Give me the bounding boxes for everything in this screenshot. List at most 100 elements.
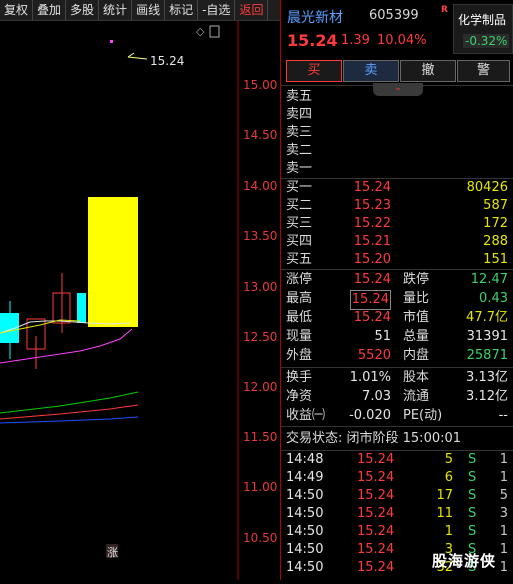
diamond-icon: ◇ [196,25,205,38]
buy-order-row: 买五 15.20 151 [281,251,513,269]
tick-count: 1 [499,524,508,539]
sell-order-row: 卖三 [281,124,513,142]
stat-value: 3.12亿 [466,389,508,404]
tick-row: 14:50 15.24 17 S 5 [281,487,513,505]
order-label: 卖四 [286,107,313,122]
kline-chart[interactable]: 15.24 ◇ 涨 [0,21,280,580]
stat-value: 5520 [357,348,391,363]
stat-value: 3.13亿 [466,370,508,385]
stat-label: 换手 [286,370,313,385]
stat-value: 51 [374,329,391,344]
price-tick-label: 14.00 [243,179,278,193]
stat-value: 12.47 [470,272,508,287]
buy-order-row: 买三 15.22 172 [281,215,513,233]
kline-svg: 15.24 ◇ 涨 [0,21,239,580]
stat-row: 现量 51 总量 31391 [281,328,513,346]
tick-row: 14:50 15.24 11 S 3 [281,505,513,523]
cancel-button[interactable]: 撤 [400,60,456,82]
tick-time: 14:50 [286,506,324,521]
watermark: 股海游侠 [432,552,497,570]
stat-value: 31391 [466,329,508,344]
tick-time: 14:50 [286,542,324,557]
high-arrow [127,56,148,60]
fundamental-row: 收益㈠ -0.020 PE(动) -- [281,407,513,425]
sector-box[interactable]: 化学制品 -0.32% [453,4,513,54]
toolbar-item[interactable]: 复权 [0,0,34,20]
stat-label: 流通 [403,389,430,404]
toolbar-item[interactable]: 标记 [165,0,199,20]
stat-label: 最低 [286,310,313,325]
stat-label: 收益㈠ [286,408,326,423]
sector-name: 化学制品 [458,13,507,27]
stat-label: 涨停 [286,272,313,287]
tick-side: S [468,506,477,521]
stat-value: 1.01% [349,370,391,385]
order-label: 卖三 [286,125,313,140]
order-label: 买三 [286,216,313,231]
tick-side: S [468,452,477,467]
tick-count: 1 [499,560,508,575]
tick-time: 14:50 [286,488,324,503]
sell-order-row: 卖五 [281,88,513,106]
toolbar-item[interactable]: 多股 [66,0,100,20]
tick-volume: 5 [444,452,453,467]
tick-price: 15.24 [357,542,395,557]
tick-count: 1 [499,452,508,467]
stat-label: PE(动) [403,408,443,423]
fundamental-row: 净资 7.03 流通 3.12亿 [281,388,513,406]
order-label: 买一 [286,180,313,195]
toolbar-item[interactable]: -自选 [198,0,236,20]
order-label: 买二 [286,198,313,213]
tick-volume: 17 [436,488,453,503]
fundamental-row: 换手 1.01% 股本 3.13亿 [281,369,513,387]
price-change: 1.39 [341,33,370,48]
toolbar-item[interactable]: 叠加 [33,0,67,20]
tick-price: 15.24 [357,506,395,521]
r-flag: R [441,5,448,15]
window-icon [209,25,220,38]
order-price: 15.23 [353,198,391,213]
buy-order-row: 买四 15.21 288 [281,233,513,251]
ma20-line [0,328,133,364]
toolbar-item[interactable]: 画线 [132,0,166,20]
toolbar-item[interactable]: 统计 [99,0,133,20]
buy-order-row: 买二 15.23 587 [281,197,513,215]
tick-price: 15.24 [357,470,395,485]
sell-button[interactable]: 卖 [343,60,399,82]
stat-label: 市值 [403,310,430,325]
tick-row: 14:49 15.24 6 S 1 [281,469,513,487]
stat-label: 外盘 [286,348,313,363]
tick-count: 3 [499,506,508,521]
stat-value: 0.43 [479,291,508,306]
order-label: 买五 [286,252,313,267]
sell-order-row: 卖一 [281,160,513,178]
stat-label: 净资 [286,389,313,404]
stat-value: 7.03 [362,389,391,404]
buy-button[interactable]: 买 [286,60,342,82]
stock-code: 605399 [369,8,419,23]
price-tick-label: 12.50 [243,330,278,344]
stat-row: 外盘 5520 内盘 25871 [281,347,513,365]
sell-order-row: 卖四 [281,106,513,124]
tick-side: S [468,470,477,485]
order-price: 15.20 [353,252,391,267]
quote-panel: 晨光新材 605399 R 15.24 1.39 10.04% 化学制品 -0.… [281,0,513,580]
toolbar-item[interactable]: 返回 [235,0,269,20]
marker-dot [110,40,113,43]
stat-value: 47.7亿 [466,310,508,325]
stat-label: 现量 [286,329,313,344]
alert-button[interactable]: 警 [457,60,510,82]
tick-count: 5 [499,488,508,503]
tick-count: 1 [499,470,508,485]
tick-price: 15.24 [357,524,395,539]
candle [77,293,86,323]
order-label: 卖五 [286,89,313,104]
order-price: 15.22 [353,216,391,231]
stat-label: 总量 [403,329,430,344]
price-tick-label: 12.00 [243,380,278,394]
order-label: 卖一 [286,161,313,176]
tick-count: 1 [499,542,508,557]
order-volume: 587 [483,198,508,213]
order-price: 15.24 [353,180,391,195]
price-tick-label: 13.00 [243,280,278,294]
